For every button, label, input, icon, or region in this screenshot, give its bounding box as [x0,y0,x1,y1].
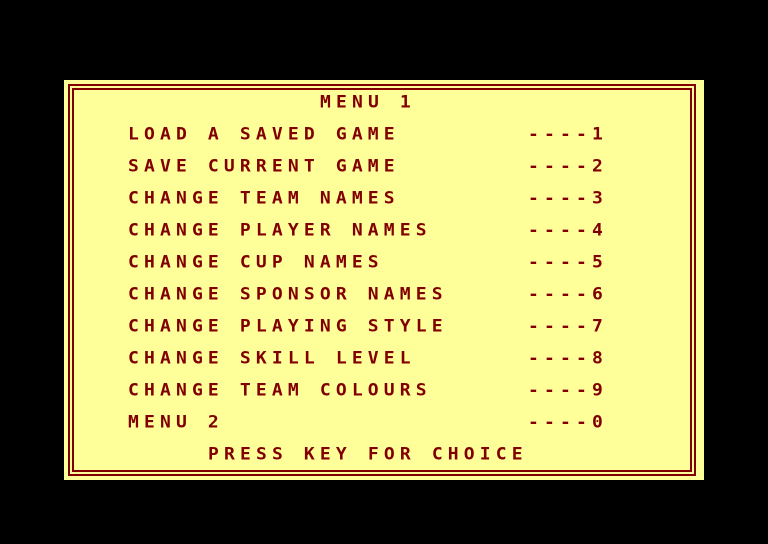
menu-item-change-team-names[interactable]: CHANGE TEAM NAMES [128,190,400,207]
choice-prompt: PRESS KEY FOR CHOICE [208,444,528,465]
menu-item-load-saved-game[interactable]: LOAD A SAVED GAME [128,126,400,143]
menu-item-key: ----1 [528,124,608,145]
menu-item-key: ----6 [528,284,608,305]
game-screen: MENU 1 LOAD A SAVED GAME ----1 SAVE CURR… [0,0,768,544]
menu-item-change-playing-style[interactable]: CHANGE PLAYING STYLE [128,318,448,335]
menu-item-save-current-game[interactable]: SAVE CURRENT GAME [128,158,400,175]
menu-item-change-sponsor-names[interactable]: CHANGE SPONSOR NAMES [128,286,448,303]
menu-item-key: ----0 [528,412,608,433]
menu-item-key: ----4 [528,220,608,241]
menu-panel: MENU 1 LOAD A SAVED GAME ----1 SAVE CURR… [64,80,704,480]
menu-item-key: ----2 [528,156,608,177]
menu-item-key: ----3 [528,188,608,209]
menu-item-change-player-names[interactable]: CHANGE PLAYER NAMES [128,222,432,239]
menu-item-change-skill-level[interactable]: CHANGE SKILL LEVEL [128,350,416,367]
menu-item-key: ----8 [528,348,608,369]
menu-item-change-team-colours[interactable]: CHANGE TEAM COLOURS [128,382,432,399]
menu-title: MENU 1 [320,92,416,113]
menu-item-menu-2[interactable]: MENU 2 [128,414,224,431]
menu-item-key: ----9 [528,380,608,401]
menu-item-key: ----5 [528,252,608,273]
menu-item-change-cup-names[interactable]: CHANGE CUP NAMES [128,254,384,271]
menu-item-key: ----7 [528,316,608,337]
